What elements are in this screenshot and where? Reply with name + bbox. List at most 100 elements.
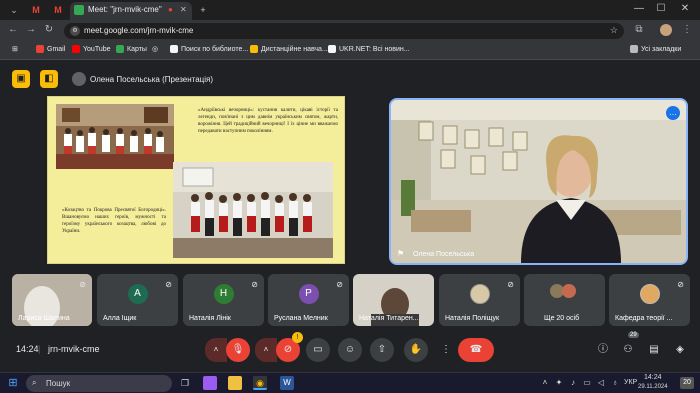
word-icon[interactable]: W — [280, 376, 294, 390]
participant-avatar: P — [298, 284, 319, 304]
clock-date[interactable]: 29.11.2024 — [638, 384, 668, 390]
participant-tile[interactable]: ⊘ Наталія Поліщук — [439, 274, 520, 326]
more-options-icon[interactable]: … — [666, 106, 680, 120]
present-button[interactable]: ⇧ — [370, 338, 394, 362]
recording-icon: ● — [168, 5, 173, 14]
mic-tray-icon[interactable]: ♁ — [608, 376, 622, 390]
bookmark-label: Дистанційне навча... — [261, 45, 328, 53]
task-view-icon[interactable]: ❐ — [178, 376, 192, 390]
tab-search-icon[interactable]: ⌄ — [8, 4, 20, 16]
camera-options-chevron-icon[interactable]: ˄ — [255, 338, 277, 362]
participant-name: Кафедра теорії ... — [615, 315, 673, 322]
presentation-slide: «Андріївські вечорниці»: кустання калити… — [47, 96, 345, 264]
participant-name: Наталія Титарен... — [359, 315, 419, 322]
bookmarks-bar: ⊞ Gmail YouTube Карты ◎ Поиск по библиот… — [0, 42, 700, 60]
back-icon[interactable]: ← — [6, 24, 20, 35]
people-icon[interactable]: ⚇ — [616, 338, 640, 362]
extensions-icon[interactable]: ⧉ — [632, 24, 646, 35]
people-count-badge: 29 — [628, 332, 639, 338]
chrome-icon[interactable]: ◉ — [253, 376, 267, 390]
tray-chevron-icon[interactable]: ˄ — [538, 376, 552, 390]
wifi-icon[interactable]: ✦ — [552, 376, 566, 390]
mic-off-button[interactable]: 🎙 — [226, 338, 250, 362]
present-control-icon[interactable]: ▣ — [12, 70, 30, 88]
bookmark-distance[interactable]: Дистанційне навча... — [250, 45, 328, 53]
participant-avatar: A — [127, 284, 148, 304]
leave-call-button[interactable]: ☎ — [458, 338, 494, 362]
slide-photo-bottom — [173, 162, 333, 258]
participant-tile[interactable]: H ⊘ Наталія Лінік — [183, 274, 264, 326]
close-tab-icon[interactable]: ✕ — [180, 5, 187, 14]
clock-time[interactable]: 14:24 — [644, 374, 662, 381]
language-indicator[interactable]: УКР — [624, 379, 637, 386]
menu-icon[interactable]: ⋮ — [680, 24, 694, 35]
mic-options-chevron-icon[interactable]: ˄ — [205, 338, 227, 362]
minimize-icon[interactable]: — — [632, 3, 646, 14]
warning-badge: ! — [292, 332, 303, 343]
bookmark-library[interactable]: Поиск по библиоте... — [170, 45, 248, 53]
raise-hand-button[interactable]: ✋ — [404, 338, 428, 362]
forward-icon[interactable]: → — [24, 24, 38, 35]
search-label: Пошук — [46, 379, 71, 388]
slide-photo-top — [56, 104, 174, 169]
mic-off-icon: ⊘ — [79, 280, 86, 289]
notification-badge[interactable]: 20 — [680, 377, 694, 389]
reload-icon[interactable]: ↻ — [42, 24, 56, 35]
gmail-tab-icon[interactable]: M — [30, 4, 42, 16]
battery-icon[interactable]: ▭ — [580, 376, 594, 390]
emoji-button[interactable]: ☺ — [338, 338, 362, 362]
apps-icon[interactable]: ⊞ — [12, 45, 18, 53]
mic-off-icon: ⊘ — [165, 280, 172, 289]
pin-icon[interactable]: ⚑ — [397, 249, 404, 258]
participant-tile[interactable]: P ⊘ Руслана Мелник — [268, 274, 349, 326]
meet-stage: ▣ ◧ Олена Посельська (Презентація) «Андр… — [0, 61, 700, 368]
bookmark-gmail[interactable]: Gmail — [36, 45, 65, 53]
participant-tile[interactable]: ⊘ Кафедра теорії ... — [609, 274, 690, 326]
taskbar-search[interactable]: ⌕ Пошук — [26, 375, 172, 392]
sound-icon[interactable]: ♪ — [566, 376, 580, 390]
gmail-tab-icon-2[interactable]: M — [52, 4, 64, 16]
mic-off-icon: ⊘ — [507, 280, 514, 289]
presenter-bar: ▣ ◧ Олена Посельська (Презентація) — [12, 69, 213, 89]
activities-icon[interactable]: ◈ — [668, 338, 692, 362]
globe-icon[interactable]: ◎ — [152, 45, 158, 53]
speaker-icon[interactable]: ◁ — [594, 376, 608, 390]
bookmark-label: Gmail — [47, 45, 66, 53]
more-options-button[interactable]: ⋮ — [434, 338, 458, 362]
participant-tile[interactable]: A ⊘ Алла Іщик — [97, 274, 178, 326]
bookmark-youtube[interactable]: YouTube — [72, 45, 111, 53]
bookmark-star-icon[interactable]: ☆ — [610, 25, 618, 36]
search-icon: ⌕ — [32, 378, 37, 387]
meeting-controls: 14:24 | jrn-mvik-cme ˄ 🎙 ˄ ⊘ ! ▭ ☺ ⇧ ✋ ⋮… — [0, 332, 700, 368]
speaker-tile[interactable]: ⚑ Олена Посельська … — [389, 98, 688, 265]
speaker-name: Олена Посельська — [413, 251, 475, 258]
participant-avatar — [469, 284, 490, 304]
all-bookmarks[interactable]: Усі закладки — [630, 45, 681, 53]
bookmark-maps[interactable]: Карты — [116, 45, 147, 53]
captions-button[interactable]: ▭ — [306, 338, 330, 362]
new-tab-button[interactable]: + — [197, 4, 209, 16]
participant-name: Ще 20 осіб — [544, 315, 580, 322]
windows-start-icon[interactable]: ⊞ — [6, 376, 20, 390]
layout-icon[interactable]: ◧ — [40, 70, 58, 88]
address-bar[interactable]: ⚙ meet.google.com/jrn-mvik-cme ☆ — [64, 23, 624, 39]
participant-name: Руслана Мелник — [274, 315, 328, 322]
chat-icon[interactable]: ▤ — [642, 338, 666, 362]
info-icon[interactable]: ⓘ — [591, 338, 615, 362]
maximize-icon[interactable]: ☐ — [654, 3, 668, 14]
youtube-icon — [72, 45, 80, 53]
participant-avatar: H — [213, 284, 234, 304]
bookmark-ukrnet[interactable]: UKR.NET: Всі новин... — [328, 45, 410, 53]
participant-tile-more[interactable]: Ще 20 осіб — [524, 274, 605, 326]
file-explorer-icon[interactable] — [228, 376, 242, 390]
profile-avatar[interactable] — [660, 24, 672, 36]
mic-off-icon: ⊘ — [677, 280, 684, 289]
tab-meet[interactable]: Meet: "jrn-mvik-cme" ● ✕ — [70, 2, 192, 20]
close-window-icon[interactable]: ✕ — [678, 3, 692, 14]
participant-avatar — [639, 284, 660, 304]
participant-tile[interactable]: Наталія Титарен... — [353, 274, 434, 326]
site-info-icon[interactable]: ⚙ — [70, 26, 80, 36]
slide-text-right: «Андріївські вечорниці»: кустання калити… — [198, 108, 338, 134]
participant-tile[interactable]: ⊘ Лариса Шалина — [12, 274, 92, 326]
copilot-icon[interactable] — [203, 376, 217, 390]
